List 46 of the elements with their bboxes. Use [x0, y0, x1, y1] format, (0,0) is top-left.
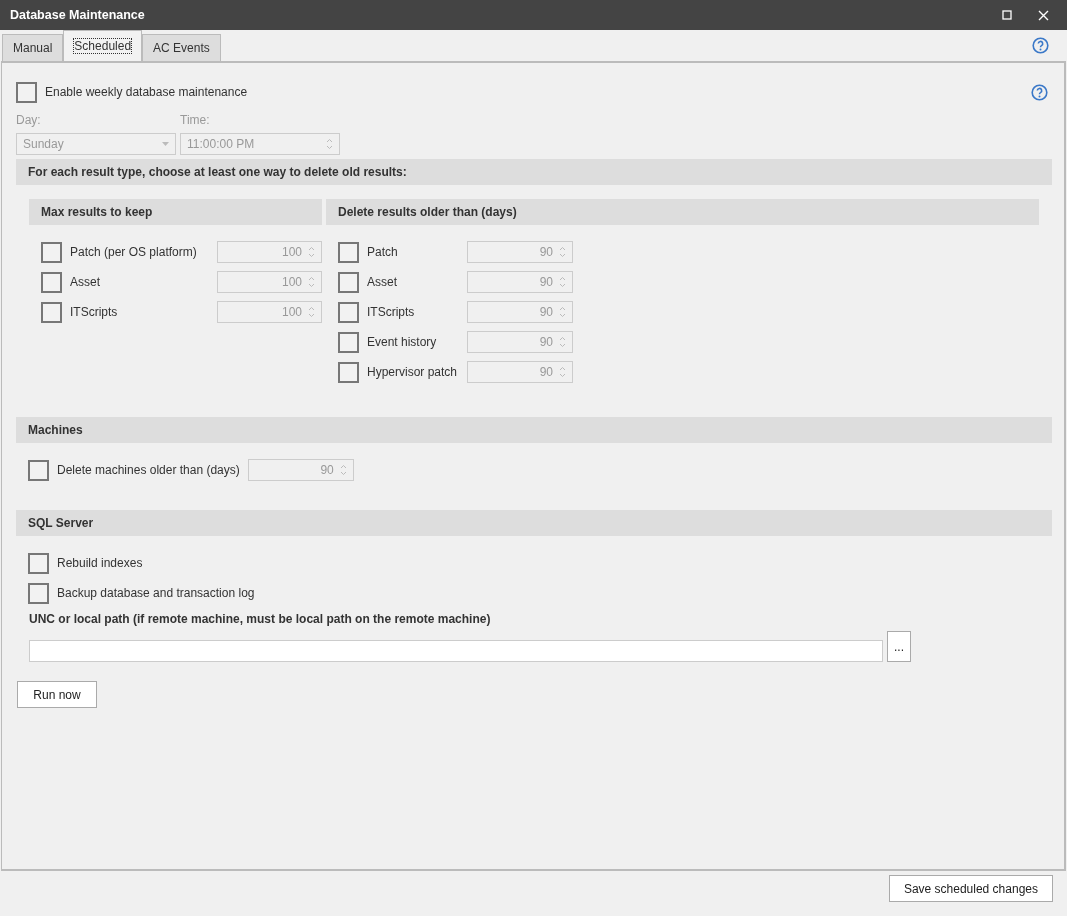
checkbox[interactable] — [28, 552, 49, 574]
checkbox-label: Backup database and transaction log — [57, 585, 255, 602]
checkbox-label: Delete machines older than (days) — [57, 462, 240, 479]
spinner-icon — [308, 276, 315, 288]
section-header: SQL Server — [16, 510, 1052, 536]
tab[interactable]: Manual — [2, 34, 64, 61]
caret-icon — [162, 142, 169, 146]
spinner-icon — [559, 276, 566, 288]
column-header: Delete results older than (days) — [326, 199, 1039, 225]
close-icon[interactable] — [1037, 9, 1049, 21]
checkbox-label: Rebuild indexes — [57, 555, 143, 572]
help-icon[interactable] — [1032, 37, 1049, 54]
tab[interactable]: AC Events — [142, 34, 221, 61]
spinner-icon — [559, 306, 566, 318]
checkbox-label: Event history — [367, 334, 438, 351]
field-label: UNC or local path (if remote machine, must be local path on the remote machine) — [29, 611, 492, 628]
help-icon[interactable] — [1031, 83, 1048, 101]
spinner-icon — [559, 336, 566, 348]
checkbox-label: Asset — [367, 274, 398, 291]
spinner-icon — [559, 366, 566, 378]
tab[interactable]: Scheduled — [63, 30, 143, 61]
section-header: Machines — [16, 417, 1052, 443]
checkbox[interactable] — [16, 81, 37, 103]
checkbox-label: Asset — [70, 274, 101, 291]
maximize-icon[interactable] — [1002, 10, 1012, 20]
browse-button[interactable]: ... — [887, 631, 911, 662]
checkbox-label: Enable weekly database maintenance — [45, 84, 248, 101]
checkbox[interactable] — [28, 582, 49, 604]
run-now-button[interactable]: Run now — [17, 681, 97, 708]
checkbox-label: Patch (per OS platform) — [70, 244, 198, 261]
spinner-icon — [326, 138, 333, 150]
column-header: Max results to keep — [29, 199, 322, 225]
spinner-icon — [308, 306, 315, 318]
window-title: Database Maintenance — [10, 6, 145, 24]
checkbox-label: ITScripts — [70, 304, 119, 321]
spinner-icon — [559, 246, 566, 258]
path-field[interactable] — [29, 640, 883, 662]
section-header: For each result type, choose at least one way to delete old results: — [16, 159, 1052, 185]
checkbox-label: Patch — [367, 244, 399, 261]
save-button[interactable]: Save scheduled changes — [888, 875, 1053, 902]
checkbox-label: Hypervisor patch — [367, 364, 459, 381]
spinner-icon — [308, 246, 315, 258]
field-label: Day: — [16, 112, 42, 129]
field-label: Time: — [180, 112, 211, 129]
checkbox-label: ITScripts — [367, 304, 416, 321]
spinner-icon — [339, 464, 347, 476]
